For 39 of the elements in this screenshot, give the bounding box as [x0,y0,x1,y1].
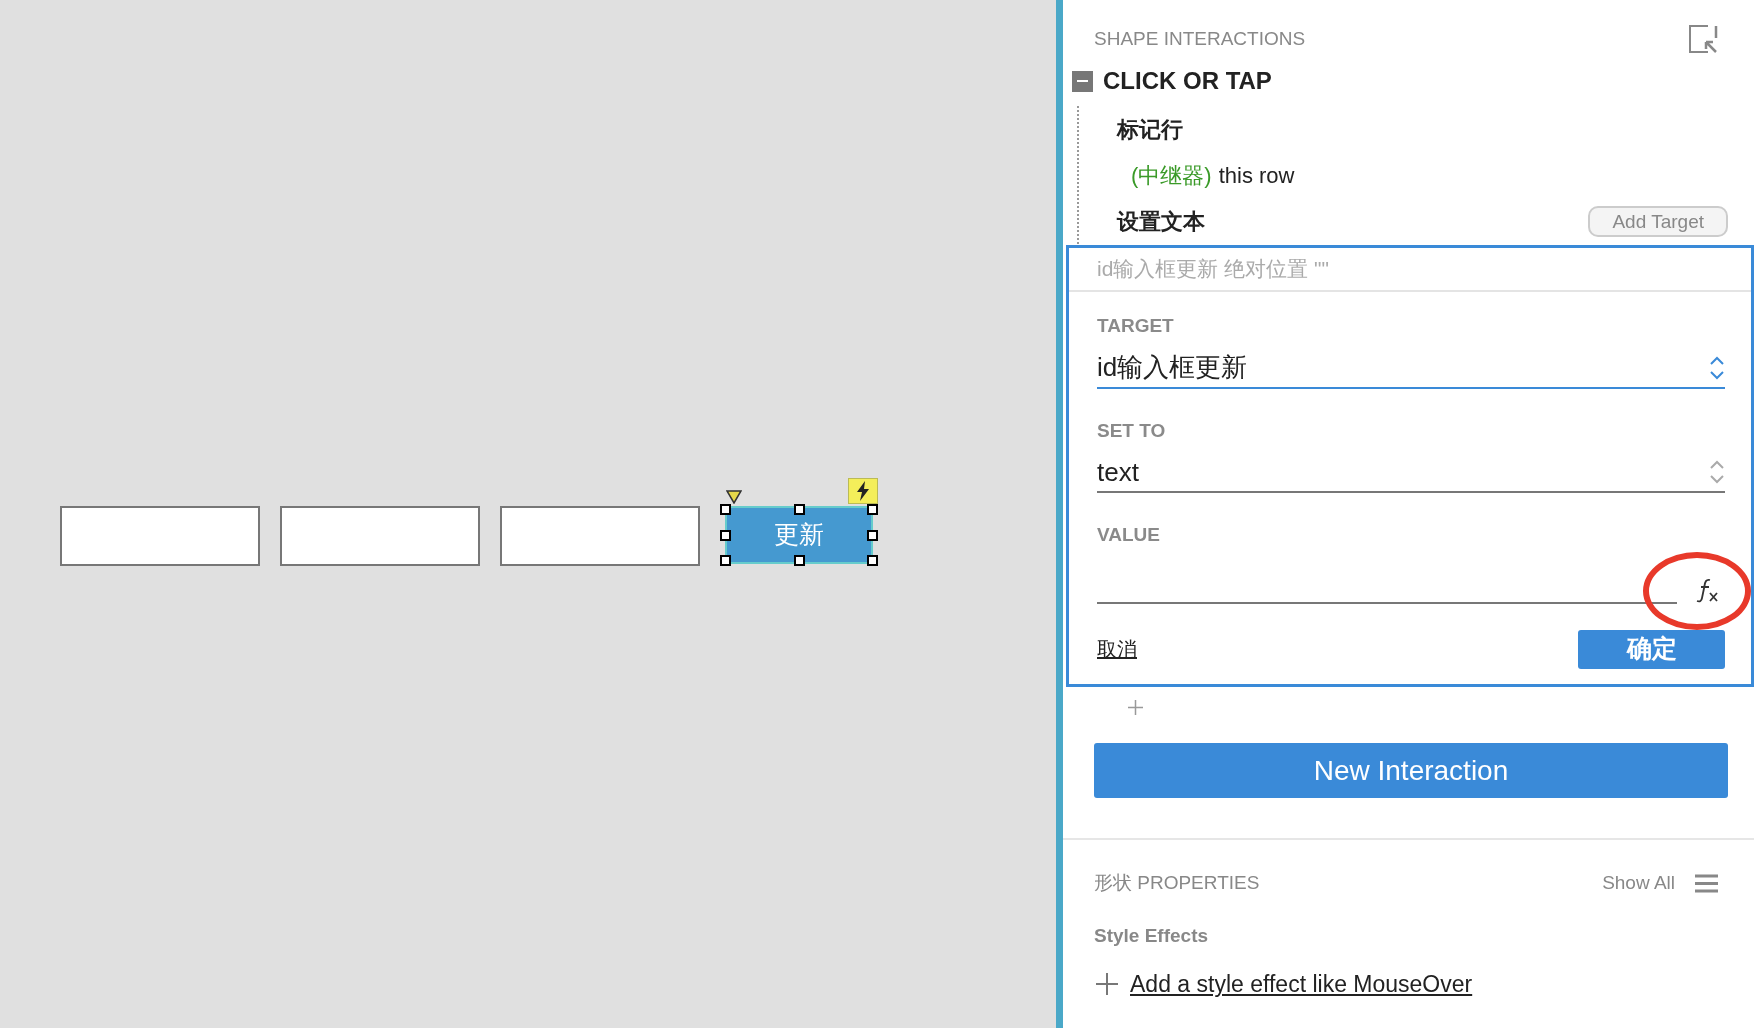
action-target[interactable]: (中继器) this row [1117,152,1754,198]
add-style-effect-link[interactable]: Add a style effect like MouseOver [1130,966,1473,1002]
up-down-chevron-icon[interactable] [1709,459,1725,485]
action-title[interactable]: 设置文本 [1117,204,1205,238]
plus-icon[interactable] [1096,973,1118,995]
text-input-shape[interactable] [500,506,700,566]
lightning-icon [848,478,878,504]
collapse-toggle[interactable] [1072,70,1093,92]
field-label: SET TO [1097,418,1167,443]
selection-handle[interactable] [867,529,878,541]
up-down-chevron-icon[interactable] [1709,354,1725,381]
ok-button[interactable]: 确定 [1578,629,1725,669]
selection-handle[interactable] [720,504,731,515]
field-label: VALUE [1097,523,1161,547]
corner-arrow-icon[interactable] [1688,24,1718,54]
triangle-marker-icon [726,490,742,504]
action-title[interactable]: 标记行 [1117,112,1183,146]
menu-icon[interactable] [1695,873,1718,893]
action-summary: id输入框更新 绝对位置 "" [1069,248,1751,292]
section-title: Style Effects [1093,923,1210,948]
text-input-shape[interactable] [280,506,480,566]
formula-icon[interactable] [1695,577,1721,604]
selection-handle[interactable] [867,555,878,566]
selection-handle[interactable] [720,555,731,566]
panel-title: SHAPE INTERACTIONS [1094,26,1306,51]
field-label: TARGET [1097,314,1175,338]
selection-handle[interactable] [720,529,731,541]
select-field[interactable]: id输入框更新 [1097,348,1725,389]
properties-title: 形状 PROPERTIES [1094,870,1260,895]
selection-handle[interactable] [867,504,878,515]
plus-icon[interactable] [1128,699,1143,715]
show-all-link[interactable]: Show All [1602,868,1675,898]
event-title[interactable]: CLICK OR TAP [1103,63,1272,99]
selection-handle[interactable] [793,504,805,515]
select-field[interactable]: text [1097,453,1725,493]
new-interaction-button[interactable]: New Interaction [1094,743,1728,798]
text-input-shape[interactable] [60,506,260,566]
cancel-link[interactable]: 取消 [1097,634,1137,664]
selection-handle[interactable] [793,555,805,566]
